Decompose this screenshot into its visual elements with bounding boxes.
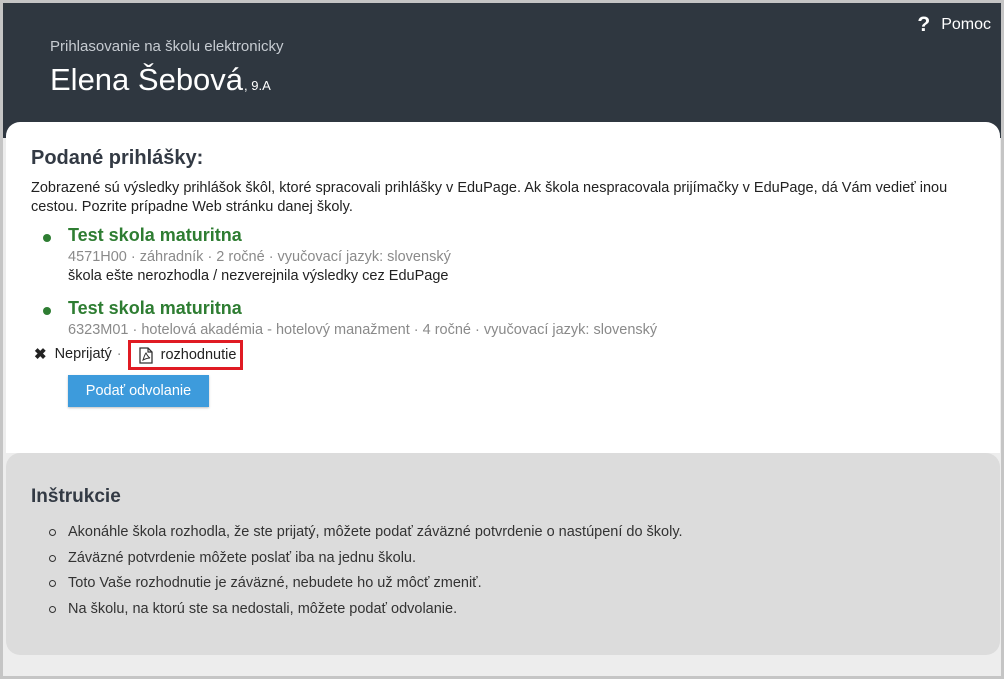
instruction-item: Záväzné potvrdenie môžete poslať iba na … bbox=[49, 549, 683, 575]
help-label: Pomoc bbox=[941, 15, 991, 33]
decision-document-link[interactable]: rozhodnutie bbox=[127, 340, 244, 370]
instructions-list: Akonáhle škola rozhodla, že ste prijatý,… bbox=[49, 523, 683, 625]
application-status: škola ešte nerozhodla / nezverejnila výs… bbox=[68, 268, 449, 284]
applications-card: Podané prihlášky: Zobrazené sú výsledky … bbox=[6, 122, 1000, 453]
applications-title: Podané prihlášky: bbox=[31, 147, 204, 169]
page-subtitle: Prihlasovanie na školu elektronicky bbox=[50, 38, 284, 55]
program-meta: 4571H00 · záhradník · 2 ročné · vyučovac… bbox=[68, 249, 451, 265]
student-name: Elena Šebová, 9.A bbox=[50, 62, 271, 98]
rejected-icon: ✖ bbox=[34, 346, 47, 363]
page-header: Prihlasovanie na školu elektronicky Elen… bbox=[3, 3, 1001, 138]
program-meta: 6323M01 · hotelová akadémia - hotelový m… bbox=[68, 322, 658, 338]
instructions-panel: Inštrukcie Akonáhle škola rozhodla, že s… bbox=[6, 453, 1000, 655]
result-label: Neprijatý bbox=[54, 346, 112, 362]
student-name-text: Elena Šebová bbox=[50, 62, 244, 97]
document-label: rozhodnutie bbox=[160, 347, 237, 363]
separator: · bbox=[116, 346, 122, 362]
pdf-icon bbox=[138, 346, 153, 364]
school-name: Test skola maturitna bbox=[68, 225, 242, 245]
applications-intro: Zobrazené sú výsledky prihlášok škôl, kt… bbox=[31, 180, 948, 215]
instruction-item: Akonáhle škola rozhodla, že ste prijatý,… bbox=[49, 523, 683, 549]
help-link[interactable]: ? Pomoc bbox=[917, 14, 991, 35]
bullet-dot bbox=[43, 234, 51, 242]
instruction-item: Toto Vaše rozhodnutie je záväzné, nebude… bbox=[49, 574, 683, 600]
app-frame: Prihlasovanie na školu elektronicky Elen… bbox=[0, 0, 1004, 679]
instruction-item: Na školu, na ktorú ste sa nedostali, môž… bbox=[49, 600, 683, 626]
appeal-button[interactable]: Podať odvolanie bbox=[68, 375, 209, 407]
student-class: , 9.A bbox=[244, 78, 271, 93]
question-mark-icon: ? bbox=[917, 13, 931, 36]
application-result: ✖ Neprijatý · rozhodnutie bbox=[34, 338, 244, 370]
instructions-title: Inštrukcie bbox=[31, 486, 121, 507]
bullet-dot bbox=[43, 307, 51, 315]
school-name: Test skola maturitna bbox=[68, 298, 242, 318]
